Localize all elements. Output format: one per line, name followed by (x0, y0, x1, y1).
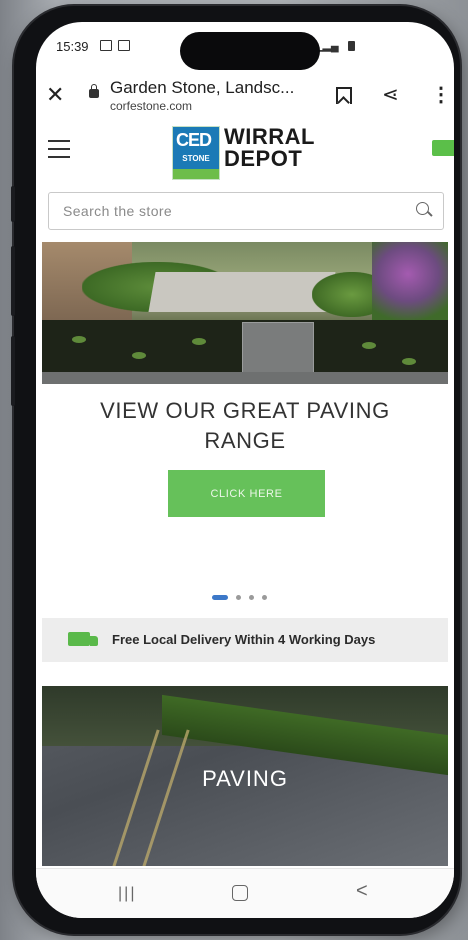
page-domain[interactable]: corfestone.com (110, 99, 192, 113)
lily-pad (132, 352, 146, 359)
search-placeholder: Search the store (63, 203, 173, 219)
hero-title-line-2: RANGE (204, 428, 286, 453)
hamburger-icon[interactable] (48, 140, 70, 158)
stepping-stone (242, 322, 314, 376)
lily-pad (192, 338, 206, 345)
notification-icon (118, 40, 130, 51)
search-input[interactable]: Search the store (48, 192, 444, 230)
brand-logo-badge[interactable]: CED STONE (172, 126, 220, 180)
lily-pad (402, 358, 416, 365)
battery-icon (348, 41, 355, 51)
carousel-dot[interactable] (262, 595, 267, 601)
dynamic-island (180, 32, 320, 70)
side-button (11, 186, 15, 222)
lily-pad (72, 336, 86, 343)
site-header: CED STONE WIRRAL DEPOT (36, 122, 454, 182)
share-icon[interactable]: ⋖ (382, 82, 399, 107)
hero-flowers (372, 242, 448, 322)
category-label: PAVING (202, 766, 288, 791)
hero-title: VIEW OUR GREAT PAVING RANGE (36, 396, 454, 456)
logo-green-strip (173, 169, 219, 179)
carousel-dot[interactable] (249, 595, 254, 601)
delivery-banner: Free Local Delivery Within 4 Working Day… (42, 618, 448, 662)
truck-icon (68, 632, 98, 646)
logo-badge-bottom: STONE (182, 154, 210, 163)
brand-logo-text[interactable]: WIRRAL DEPOT (224, 126, 315, 170)
browser-url-bar: ✕ Garden Stone, Landsc... corfestone.com… (36, 72, 454, 123)
hero-path (148, 272, 336, 312)
carousel-dots[interactable] (212, 589, 275, 601)
page-title[interactable]: Garden Stone, Landsc... (110, 78, 294, 98)
recents-icon[interactable]: ||| (118, 885, 136, 903)
category-tile-paving[interactable]: PAVING (42, 686, 448, 866)
lock-icon (89, 84, 99, 98)
status-time: 15:39 (56, 39, 89, 54)
lily-pad (362, 342, 376, 349)
carousel-dot-active[interactable] (212, 595, 228, 601)
search-icon[interactable] (416, 202, 429, 215)
logo-badge-top: CED (176, 130, 212, 150)
hero-pond-rim (42, 372, 448, 384)
logo-line-2: DEPOT (224, 146, 303, 171)
carousel-dot[interactable] (236, 595, 241, 601)
more-icon[interactable]: ⋮ (431, 82, 451, 107)
home-icon[interactable] (232, 885, 248, 901)
bookmark-icon[interactable] (336, 87, 352, 104)
paving-stripe (137, 729, 190, 866)
android-nav-bar: ||| < (36, 868, 454, 918)
hero-title-line-1: VIEW OUR GREAT PAVING (100, 398, 390, 423)
phone-screen: 15:39 ▁▂▄ ✕ Garden Stone, Landsc... corf… (36, 22, 454, 918)
delivery-text: Free Local Delivery Within 4 Working Day… (112, 632, 376, 647)
gallery-icon (100, 40, 112, 51)
click-here-button[interactable]: CLICK HERE (168, 470, 325, 517)
hero-image[interactable] (42, 242, 448, 384)
volume-down-button (11, 336, 15, 406)
back-icon[interactable]: < (356, 880, 368, 903)
volume-up-button (11, 246, 15, 316)
logo-line-1: WIRRAL (224, 124, 315, 149)
close-icon[interactable]: ✕ (46, 82, 64, 108)
cart-icon[interactable] (432, 140, 454, 156)
